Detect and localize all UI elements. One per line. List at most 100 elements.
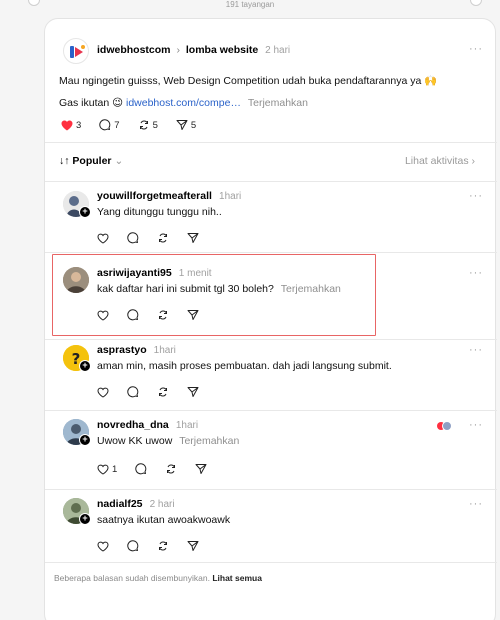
repost-button[interactable] [165, 463, 177, 475]
follow-plus-icon[interactable]: + [79, 206, 91, 218]
comment-item: + novredha_dna 1hari ··· Uwow KK uwow Te… [45, 411, 497, 489]
repost-icon [159, 541, 167, 551]
comment-username[interactable]: novredha_dna [97, 419, 169, 431]
repost-icon [167, 464, 176, 474]
heart-icon [97, 541, 109, 552]
post-text-line1: Mau ngingetin guisss, Web Design Competi… [59, 75, 438, 87]
reply-button[interactable] [127, 386, 139, 398]
post-link[interactable]: idwebhost.com/compe… [126, 97, 241, 109]
more-icon[interactable]: ··· [469, 190, 483, 202]
comment-actions: 1 [97, 463, 225, 475]
share-icon [195, 464, 207, 474]
top-bar: 191 tayangan [0, 0, 500, 12]
divider [45, 142, 497, 143]
share-button[interactable] [187, 386, 199, 398]
account-name[interactable]: idwebhostcom [97, 44, 171, 56]
comment-item: ? + asprastyo 1hari ··· aman min, masih … [45, 340, 497, 410]
like-button[interactable] [97, 541, 109, 552]
activity-label: Lihat aktivitas [404, 155, 469, 167]
comment-text: Yang ditunggu tunggu nih.. [97, 206, 222, 218]
divider [45, 252, 497, 253]
like-button[interactable]: 1 [97, 464, 117, 475]
heart-icon [97, 464, 109, 475]
translate-link[interactable]: Terjemahkan [248, 97, 308, 109]
comment-time: 1hari [175, 420, 199, 431]
like-button[interactable] [97, 387, 109, 398]
share-button[interactable] [195, 463, 207, 475]
comment-icon [135, 463, 147, 475]
reply-button[interactable] [127, 232, 139, 244]
view-activity-link[interactable]: Lihat aktivitas › [405, 155, 475, 167]
share-button[interactable]: 5 [176, 119, 196, 131]
comment-username[interactable]: asprastyo [97, 344, 147, 356]
share-button[interactable] [187, 232, 199, 244]
like-button[interactable] [97, 233, 109, 244]
share-icon [187, 541, 199, 551]
repost-icon [159, 387, 167, 397]
chevron-down-icon: ⌄ [114, 155, 124, 167]
liked-by-author-icon [435, 421, 453, 431]
post-text-prefix: Gas ikutan 😉 [59, 97, 124, 109]
sort-icon: ↓↑ [59, 155, 70, 167]
comment-username[interactable]: nadialf25 [97, 498, 143, 510]
views-count: 191 tayangan [225, 0, 275, 9]
heart-icon [61, 120, 73, 130]
comment-username[interactable]: youwillforgetmeafterall [97, 190, 212, 202]
reply-button[interactable] [127, 540, 139, 552]
comment-text: aman min, masih proses pembuatan. dah ja… [97, 360, 392, 372]
more-icon[interactable]: ··· [469, 43, 483, 55]
repost-icon [139, 120, 148, 130]
reply-button[interactable] [135, 463, 147, 475]
post-time: 2 hari [265, 45, 291, 56]
comment-item: + youwillforgetmeafterall 1hari ··· Yang… [45, 182, 497, 252]
follow-plus-icon[interactable]: + [79, 360, 91, 372]
hidden-replies-note: Beberapa balasan sudah disembunyikan. Li… [54, 573, 262, 583]
comment-actions [97, 386, 217, 398]
like-count: 3 [76, 119, 82, 131]
heart-icon [97, 233, 109, 244]
hidden-replies-text: Beberapa balasan sudah disembunyikan. [54, 573, 210, 583]
reply-button[interactable]: 7 [99, 119, 120, 131]
share-icon [176, 120, 188, 130]
more-icon[interactable]: ··· [469, 498, 483, 510]
comment-text-line: Uwow KK uwow Terjemahkan [97, 435, 239, 447]
comment-icon [127, 540, 139, 552]
translate-link[interactable]: Terjemahkan [179, 435, 239, 447]
post-text-line2: Gas ikutan 😉 idwebhost.com/compe… Terjem… [59, 97, 308, 109]
follow-plus-icon[interactable]: + [79, 513, 91, 525]
post-header: idwebhostcom › lomba website 2 hari [97, 44, 290, 56]
comment-icon [127, 386, 139, 398]
comment-time: 1hari [153, 345, 176, 356]
repost-button[interactable] [157, 540, 169, 552]
sort-dropdown[interactable]: ↓↑ Populer ⌄ [59, 155, 123, 167]
more-icon[interactable]: ··· [469, 344, 483, 356]
idwebhost-logo-icon [70, 45, 85, 58]
follow-plus-icon[interactable]: + [79, 434, 91, 446]
more-icon[interactable]: ··· [469, 267, 483, 279]
comment-text: Uwow KK uwow [97, 435, 173, 447]
comment-actions [97, 232, 217, 244]
post-actions: 3 7 5 5 [61, 119, 214, 131]
comment-item: + nadialf25 2 hari ··· saatnya ikutan aw… [45, 490, 497, 562]
repost-button[interactable] [157, 386, 169, 398]
like-button[interactable]: 3 [61, 120, 81, 131]
comment-actions [97, 540, 217, 552]
repost-count: 5 [152, 119, 158, 131]
repost-button[interactable] [157, 232, 169, 244]
repost-button[interactable]: 5 [138, 119, 158, 131]
chevron-right-icon: › [471, 155, 476, 167]
repost-icon [159, 233, 167, 243]
chevron-right-icon: › [176, 44, 180, 56]
account-avatar[interactable] [63, 38, 89, 64]
more-icon[interactable]: ··· [469, 419, 483, 431]
comment-text: saatnya ikutan awoakwoawk [97, 514, 231, 526]
see-all-link[interactable]: Lihat semua [212, 573, 262, 583]
share-button[interactable] [187, 540, 199, 552]
community-name[interactable]: lomba website [186, 44, 258, 56]
comment-time: 1hari [219, 191, 242, 202]
comment-icon [99, 119, 111, 131]
comment-time: 2 hari [149, 499, 175, 510]
share-icon [187, 387, 199, 397]
heart-icon [97, 387, 109, 398]
share-icon [187, 233, 199, 243]
